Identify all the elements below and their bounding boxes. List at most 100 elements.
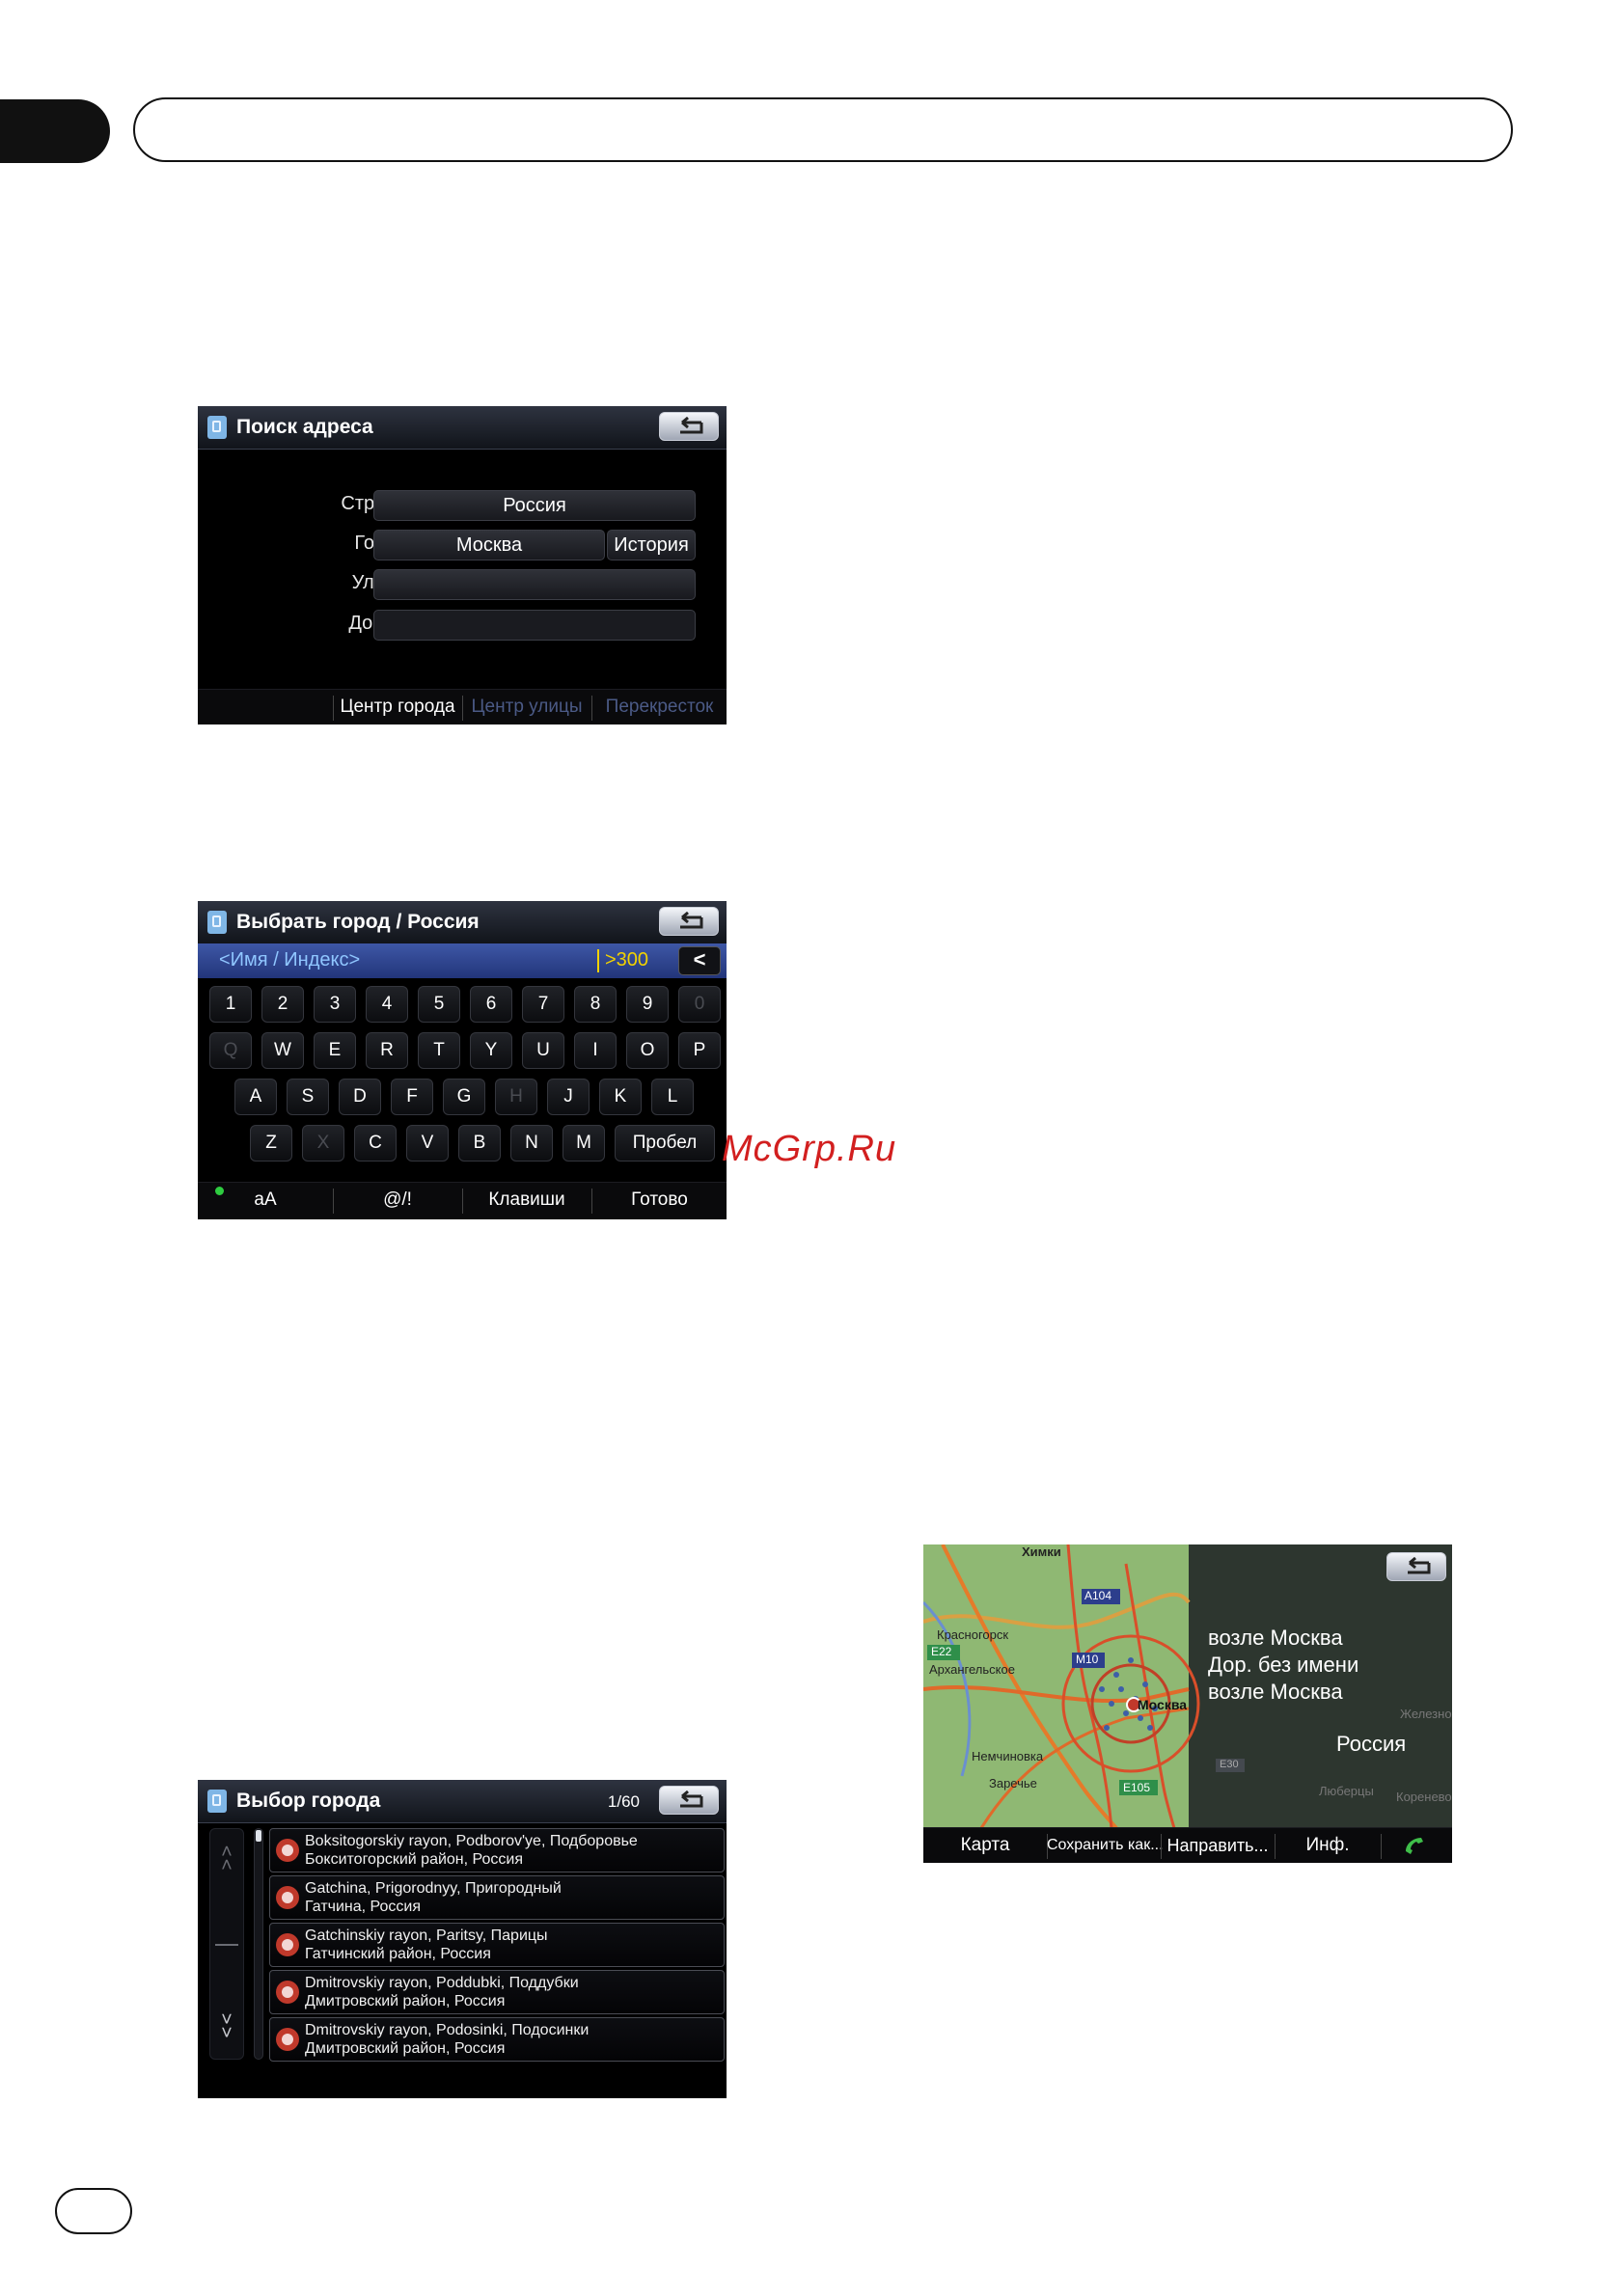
search-input[interactable]: <Имя / Индекс> [219, 949, 360, 971]
route-button[interactable]: Направить... [1161, 1828, 1275, 1863]
list-item-title: Dmitrovskiy rayon, Poddubki, Поддубки [305, 1975, 579, 1991]
key-7[interactable]: 7 [522, 986, 564, 1023]
list-item[interactable]: Gatchina, Prigorodnyy, Пригородный Гатчи… [269, 1875, 725, 1920]
scroll-down-icon[interactable]: ˅ ˅ [213, 2010, 240, 2043]
location-pin-icon [276, 2028, 299, 2051]
scrollbar-track[interactable] [254, 1828, 263, 2060]
key-z[interactable]: Z [250, 1125, 292, 1162]
city-center-button[interactable]: Центр города [334, 690, 461, 724]
key-l[interactable]: L [651, 1079, 694, 1115]
map-label-e30: E30 [1220, 1759, 1239, 1770]
map-label-zarechye: Заречье [989, 1776, 1037, 1790]
map-label-arkhangelskoe: Архангельское [929, 1662, 1015, 1677]
map-label-zheleznodorozhny: Железно [1400, 1707, 1452, 1721]
key-m[interactable]: M [563, 1125, 605, 1162]
map-label-lyubertsy: Люберцы [1319, 1784, 1374, 1798]
back-button[interactable] [1386, 1552, 1446, 1581]
case-toggle-button[interactable]: aA [198, 1183, 333, 1217]
back-button[interactable] [659, 1786, 719, 1815]
map-label-m10: M10 [1076, 1653, 1099, 1666]
list-item-subtitle: Дмитровский район, Россия [305, 2040, 506, 2057]
key-d[interactable]: D [339, 1079, 381, 1115]
title-bar: Выбор города 1/60 [198, 1780, 727, 1823]
intersection-button[interactable]: Перекресток [592, 690, 727, 724]
list-item-title: Dmitrovskiy rayon, Podosinki, Подосинки [305, 2022, 590, 2038]
map-result-screen: Химки A104 Красногорск E22 M10 Архангель… [923, 1544, 1452, 1863]
scrollbar-thumb[interactable] [256, 1830, 261, 1842]
bottom-bar: Карта Сохранить как... Направить... Инф. [923, 1827, 1452, 1863]
list-item[interactable]: Gatchinskiy rayon, Paritsy, Парицы Гатчи… [269, 1923, 725, 1967]
info-button[interactable]: Инф. [1275, 1828, 1381, 1863]
list-item[interactable]: Boksitogorskiy rayon, Podborov'ye, Подбо… [269, 1828, 725, 1872]
history-button[interactable]: История [607, 530, 696, 560]
page-indicator: 1/60 [607, 1792, 640, 1811]
list-item[interactable]: Dmitrovskiy rayon, Podosinki, Подосинки … [269, 2017, 725, 2062]
book-icon [207, 416, 227, 439]
city-field[interactable]: Москва [373, 530, 605, 560]
list-item-subtitle: Гатчина, Россия [305, 1899, 422, 1915]
city-keyboard-screen: Выбрать город / Россия <Имя / Индекс> >3… [198, 901, 727, 1219]
key-t[interactable]: T [418, 1032, 460, 1069]
key-f[interactable]: F [391, 1079, 433, 1115]
key-x[interactable]: X [302, 1125, 344, 1162]
list-item-subtitle: Бокситогорский район, Россия [305, 1851, 523, 1868]
key-e[interactable]: E [314, 1032, 356, 1069]
map-label-khimki: Химки [1022, 1544, 1061, 1559]
key-v[interactable]: V [406, 1125, 449, 1162]
key-6[interactable]: 6 [470, 986, 512, 1023]
result-count: >300 [605, 949, 649, 970]
house-field[interactable] [373, 610, 696, 641]
key-5[interactable]: 5 [418, 986, 460, 1023]
key-p[interactable]: P [678, 1032, 721, 1069]
key-8[interactable]: 8 [574, 986, 617, 1023]
phone-icon[interactable] [1402, 1834, 1427, 1857]
map-label-krasnogorsk: Красногорск [937, 1627, 1009, 1642]
country-field[interactable]: Россия [373, 490, 696, 521]
key-h[interactable]: H [495, 1079, 537, 1115]
key-q[interactable]: Q [209, 1032, 252, 1069]
info-road: Дор. без имени [1208, 1653, 1359, 1677]
key-2[interactable]: 2 [261, 986, 304, 1023]
street-field[interactable] [373, 569, 696, 600]
key-r[interactable]: R [366, 1032, 408, 1069]
key-i[interactable]: I [574, 1032, 617, 1069]
key-g[interactable]: G [443, 1079, 485, 1115]
key-3[interactable]: 3 [314, 986, 356, 1023]
map-button[interactable]: Карта [923, 1828, 1047, 1863]
scroll-up-icon[interactable]: ˄ ˄ [213, 1843, 240, 1875]
save-as-button[interactable]: Сохранить как... [1047, 1828, 1164, 1863]
key-u[interactable]: U [522, 1032, 564, 1069]
back-arrow-icon [1408, 1557, 1431, 1574]
page-number-badge [55, 2188, 132, 2234]
key-c[interactable]: C [354, 1125, 397, 1162]
key-y[interactable]: Y [470, 1032, 512, 1069]
space-key[interactable]: Пробел [615, 1125, 715, 1162]
key-0[interactable]: 0 [678, 986, 721, 1023]
key-j[interactable]: J [547, 1079, 590, 1115]
location-pin-icon [276, 1933, 299, 1956]
key-k[interactable]: K [599, 1079, 642, 1115]
back-button[interactable] [659, 412, 719, 441]
key-b[interactable]: B [458, 1125, 501, 1162]
key-a[interactable]: A [234, 1079, 277, 1115]
screen-title: Поиск адреса [236, 416, 373, 438]
key-1[interactable]: 1 [209, 986, 252, 1023]
scroll-middle-icon[interactable] [215, 1944, 238, 1946]
input-divider [597, 949, 599, 972]
key-w[interactable]: W [261, 1032, 304, 1069]
symbols-button[interactable]: @/! [334, 1183, 461, 1217]
key-o[interactable]: O [626, 1032, 669, 1069]
keys-button[interactable]: Клавиши [463, 1183, 590, 1217]
key-4[interactable]: 4 [366, 986, 408, 1023]
key-n[interactable]: N [510, 1125, 553, 1162]
key-s[interactable]: S [287, 1079, 329, 1115]
done-button[interactable]: Готово [592, 1183, 727, 1217]
search-input-bar[interactable]: <Имя / Индекс> >300 < [198, 943, 727, 978]
key-9[interactable]: 9 [626, 986, 669, 1023]
list-item-title: Boksitogorskiy rayon, Podborov'ye, Подбо… [305, 1833, 638, 1849]
back-button[interactable] [659, 907, 719, 936]
screen-title: Выбор города [236, 1790, 381, 1812]
backspace-button[interactable]: < [678, 946, 721, 975]
list-item[interactable]: Dmitrovskiy rayon, Poddubki, Поддубки Дм… [269, 1970, 725, 2014]
street-center-button[interactable]: Центр улицы [463, 690, 590, 724]
